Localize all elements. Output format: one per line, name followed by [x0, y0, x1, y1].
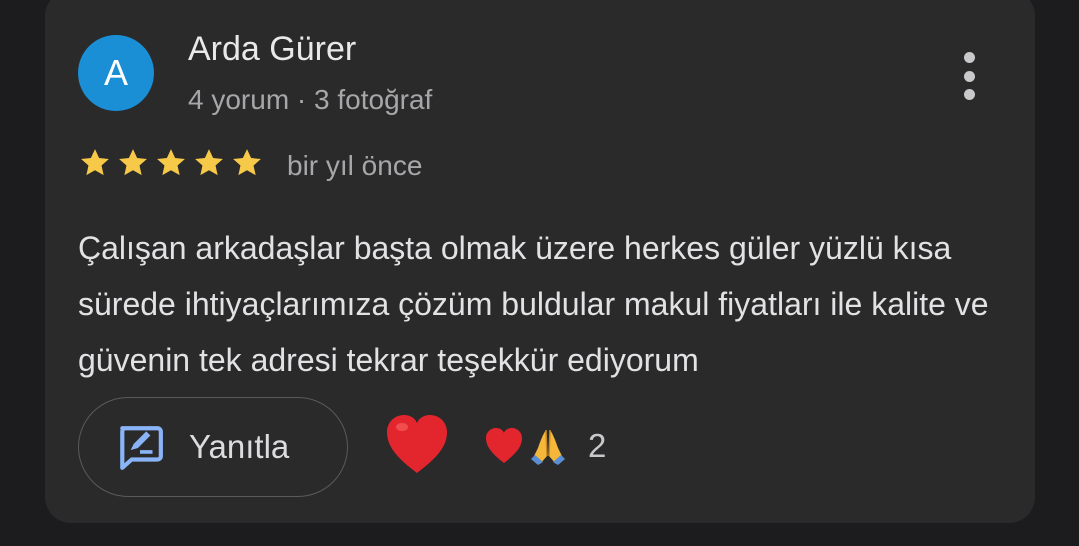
star-icon [195, 149, 223, 176]
star-icon [81, 149, 109, 176]
star-icon [233, 149, 261, 176]
star-rating [78, 146, 264, 184]
reply-label: Yanıtla [189, 428, 290, 465]
reaction-summary[interactable]: 2 [484, 422, 606, 470]
reply-message-icon [120, 426, 163, 470]
reaction-count: 2 [588, 427, 607, 464]
avatar[interactable]: A [78, 35, 154, 111]
more-vert-icon[interactable] [950, 48, 988, 104]
author-name[interactable]: Arda Gürer [188, 30, 356, 69]
star-icon [157, 149, 185, 176]
author-meta: 4 yorum · 3 fotoğraf [188, 84, 433, 115]
star-icon [119, 149, 147, 176]
review-text: Çalışan arkadaşlar başta olmak üzere her… [78, 230, 989, 378]
avatar-letter: A [103, 52, 128, 93]
reply-button[interactable]: Yanıtla [78, 397, 348, 497]
review-time: bir yıl önce [287, 150, 423, 181]
folded-hands-icon [531, 429, 565, 465]
red-heart-icon[interactable] [384, 413, 450, 477]
red-heart-icon [486, 428, 522, 463]
